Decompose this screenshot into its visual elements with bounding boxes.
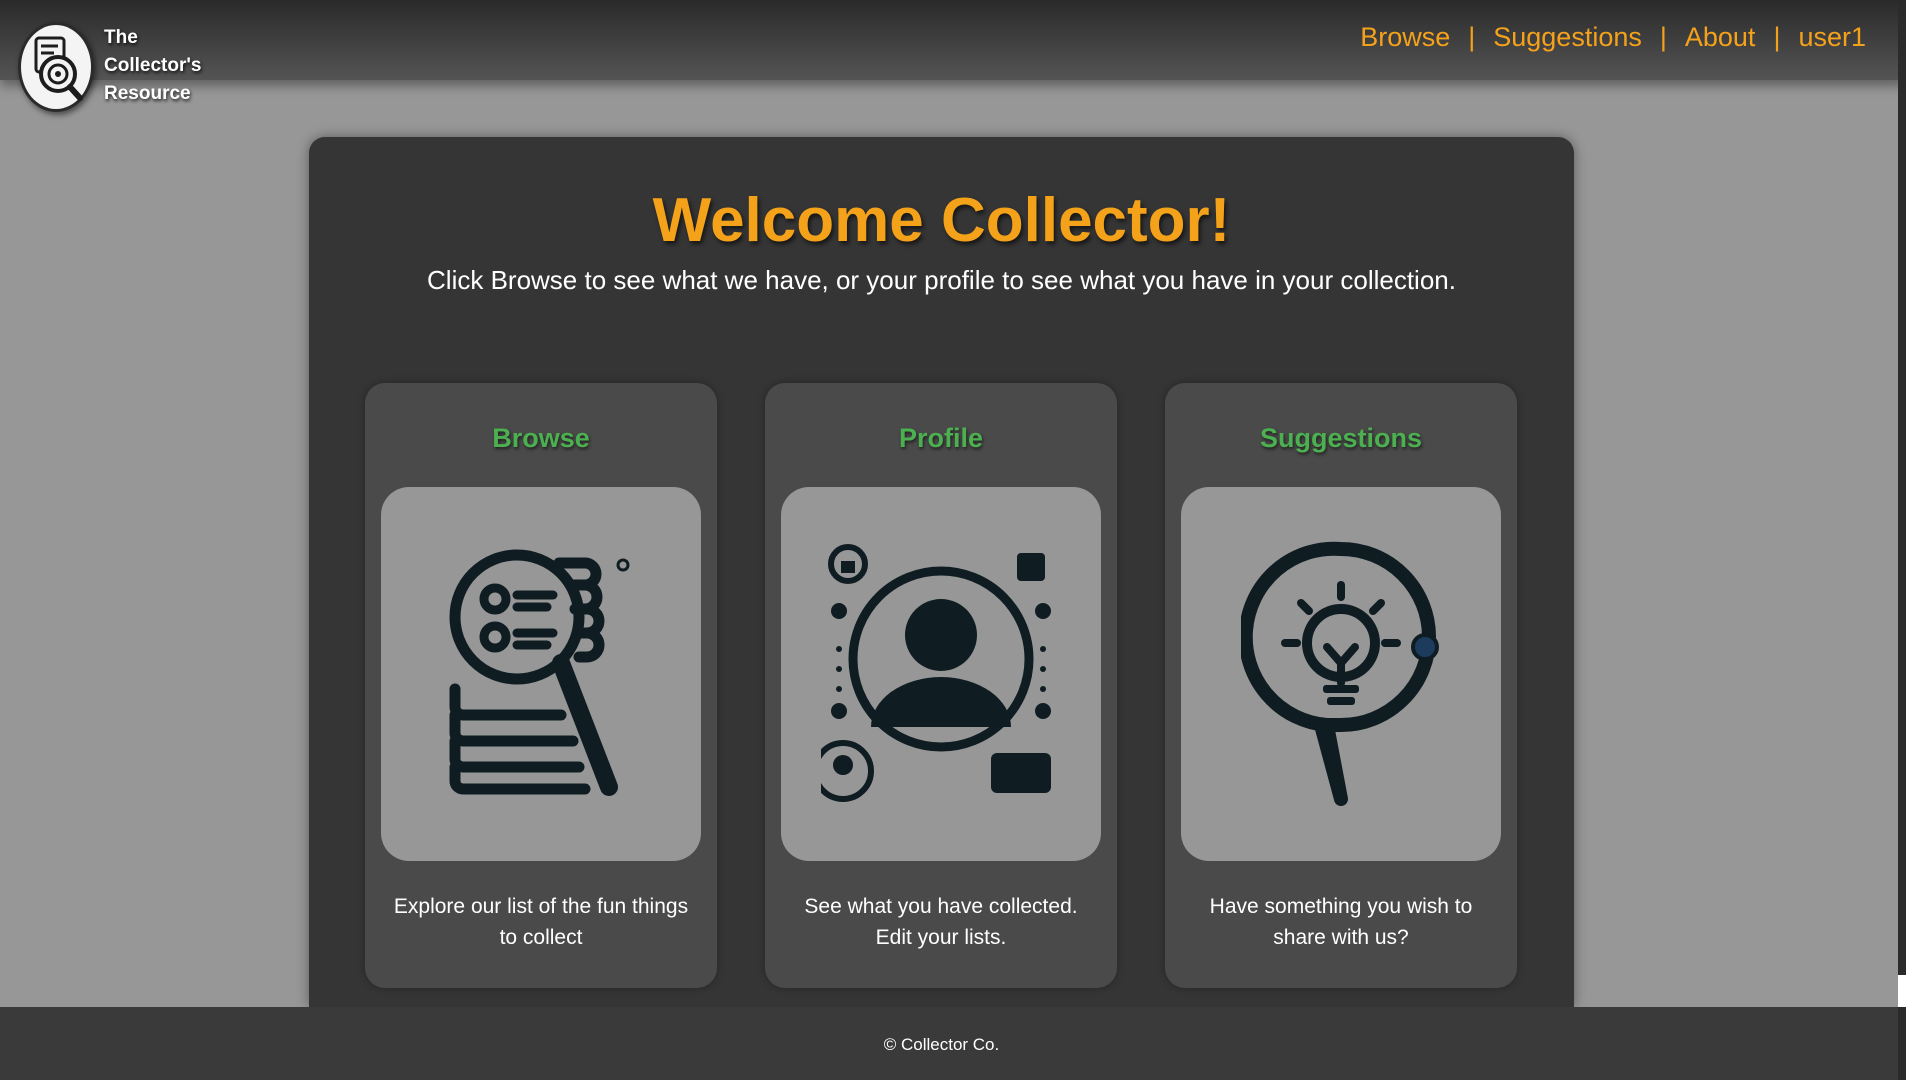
nav-suggestions-link[interactable]: Suggestions [1493, 22, 1642, 53]
footer: © Collector Co. [0, 1007, 1906, 1080]
user-profile-icon [821, 544, 1051, 802]
magnifier-document-icon [34, 36, 83, 101]
header: The Collector's Resource Browse | Sugges… [0, 0, 1906, 112]
brand-line-1: The [104, 27, 138, 48]
welcome-panel: Welcome Collector! Click Browse to see w… [309, 137, 1574, 1007]
scrollbar-thumb[interactable] [1898, 975, 1906, 1007]
nav-browse-link[interactable]: Browse [1360, 22, 1450, 53]
footer-copyright: © Collector Co. [883, 1035, 1000, 1054]
page-title: Welcome Collector! [652, 186, 1231, 255]
nav-user-link[interactable]: user1 [1798, 22, 1866, 53]
page-scrollbar[interactable] [1898, 0, 1906, 1080]
profile-card[interactable]: Profile See what you have collected. Edi… [765, 383, 1117, 988]
nav-separator: | [1773, 22, 1781, 52]
browse-card-image[interactable] [381, 487, 701, 861]
brand-line-2: Collector's [104, 55, 202, 76]
profile-card-image[interactable] [781, 487, 1101, 861]
browse-card[interactable]: Browse Explore our list of the fun thing… [365, 383, 717, 988]
nav-about-link[interactable]: About [1685, 22, 1756, 53]
brand-line-3: Resource [104, 83, 191, 104]
page: The Collector's Resource Browse | Sugges… [0, 0, 1906, 1080]
profile-card-title: Profile [898, 423, 984, 453]
suggestions-card-title: Suggestions [1259, 423, 1422, 453]
suggestions-card[interactable]: Suggestions Have something you wish to s… [1165, 383, 1517, 988]
page-subtitle: Click Browse to see what we have, or you… [427, 265, 1456, 295]
browse-card-title: Browse [492, 423, 590, 453]
suggestions-card-description: Have something you wish to share with us… [1209, 895, 1473, 949]
lightbulb-icon [1241, 541, 1439, 806]
profile-card-description: See what you have collected. Edit your l… [804, 895, 1078, 949]
nav-separator: | [1659, 22, 1667, 52]
nav-separator: | [1468, 22, 1476, 52]
brand-name: The Collector's Resource [104, 24, 201, 108]
browse-card-description: Explore our list of the fun things to co… [393, 895, 689, 949]
logo[interactable] [18, 22, 94, 112]
suggestions-card-image[interactable] [1181, 487, 1501, 861]
search-list-icon [449, 549, 630, 796]
main-nav: Browse | Suggestions | About | user1 [1360, 22, 1866, 53]
